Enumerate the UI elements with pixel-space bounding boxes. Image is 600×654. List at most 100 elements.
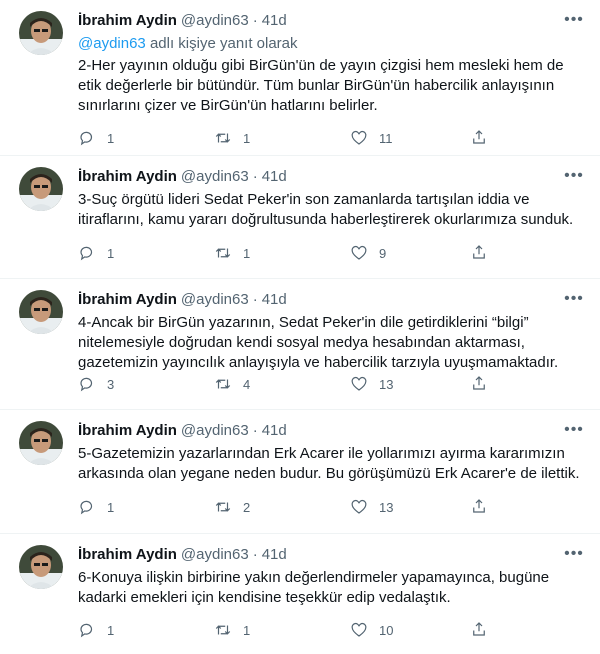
avatar[interactable] (19, 167, 63, 211)
author-name[interactable]: İbrahim Aydin (78, 422, 177, 439)
tweet[interactable]: İbrahim Aydin @aydin63 · 41d ••• 5-Gazet… (0, 410, 600, 534)
reply-count: 1 (107, 245, 115, 261)
more-icon[interactable]: ••• (564, 289, 584, 309)
tweet-time[interactable]: 41d (262, 168, 287, 185)
reply-button[interactable]: 3 (78, 375, 214, 393)
more-icon[interactable]: ••• (564, 544, 584, 564)
separator-dot: · (252, 11, 258, 29)
like-icon (351, 376, 367, 391)
avatar-image (19, 421, 63, 465)
avatar[interactable] (19, 545, 63, 589)
share-button[interactable] (470, 243, 488, 261)
author-handle[interactable]: @aydin63 (181, 422, 249, 439)
tweet-header: İbrahim Aydin @aydin63 · 41d (78, 420, 584, 440)
reply-count: 3 (107, 376, 115, 392)
retweet-count: 4 (243, 376, 251, 392)
more-icon[interactable]: ••• (564, 10, 584, 30)
author-handle[interactable]: @aydin63 (181, 12, 249, 29)
tweet[interactable]: İbrahim Aydin @aydin63 · 41d ••• @aydin6… (0, 0, 600, 156)
author-handle[interactable]: @aydin63 (181, 168, 249, 185)
tweet-text: 5-Gazetemizin yazarlarından Erk Acarer i… (78, 445, 580, 482)
retweet-icon (215, 625, 231, 635)
reply-context-label: adlı kişiye yanıt olarak (145, 35, 298, 52)
more-icon[interactable]: ••• (564, 420, 584, 440)
tweet-time[interactable]: 41d (262, 12, 287, 29)
tweet-actions: 1 2 13 (78, 497, 584, 517)
like-icon (351, 245, 367, 260)
tweet-actions: 1 1 10 (78, 620, 584, 640)
like-button[interactable]: 11 (350, 129, 486, 147)
reply-button[interactable]: 1 (78, 129, 214, 147)
share-button[interactable] (470, 128, 488, 146)
avatar[interactable] (19, 421, 63, 465)
reply-button[interactable]: 1 (78, 498, 214, 516)
tweet-header: İbrahim Aydin @aydin63 · 41d (78, 10, 584, 30)
retweet-button[interactable]: 4 (214, 375, 350, 393)
avatar[interactable] (19, 11, 63, 55)
reply-mention-link[interactable]: @aydin63 (78, 35, 146, 52)
like-count: 11 (379, 130, 393, 146)
separator-dot: · (252, 290, 258, 308)
retweet-count: 1 (243, 245, 251, 261)
share-button[interactable] (470, 374, 488, 392)
tweet[interactable]: İbrahim Aydin @aydin63 · 41d ••• 6-Konuy… (0, 534, 600, 654)
reply-count: 1 (107, 130, 115, 146)
reply-button[interactable]: 1 (78, 244, 214, 262)
tweet-actions: 1 1 9 (78, 243, 584, 263)
avatar-image (19, 545, 63, 589)
reply-icon (80, 377, 93, 392)
avatar-image (19, 290, 63, 334)
reply-icon (80, 500, 93, 515)
separator-dot: · (252, 421, 258, 439)
reply-button[interactable]: 1 (78, 621, 214, 639)
tweet-header: İbrahim Aydin @aydin63 · 41d (78, 166, 584, 186)
share-button[interactable] (470, 620, 488, 638)
retweet-button[interactable]: 1 (214, 621, 350, 639)
share-button[interactable] (470, 497, 488, 515)
like-button[interactable]: 13 (350, 375, 486, 393)
retweet-count: 1 (243, 622, 251, 638)
tweet-text: 6-Konuya ilişkin birbirine yakın değerle… (78, 569, 550, 606)
retweet-icon (215, 379, 231, 389)
tweet-text: 3-Suç örgütü lideri Sedat Peker'in son z… (78, 191, 574, 228)
author-handle[interactable]: @aydin63 (181, 546, 249, 563)
more-icon[interactable]: ••• (564, 166, 584, 186)
like-button[interactable]: 13 (350, 498, 486, 516)
share-icon (473, 130, 485, 144)
retweet-icon (215, 502, 231, 512)
reply-context: @aydin63 adlı kişiye yanıt olarak (78, 34, 584, 54)
tweet-header: İbrahim Aydin @aydin63 · 41d (78, 289, 584, 309)
reply-count: 1 (107, 499, 115, 515)
like-button[interactable]: 10 (350, 621, 486, 639)
retweet-button[interactable]: 1 (214, 129, 350, 147)
like-count: 13 (379, 499, 394, 515)
separator-dot: · (252, 545, 258, 563)
retweet-icon (215, 133, 231, 143)
retweet-button[interactable]: 1 (214, 244, 350, 262)
tweet-header: İbrahim Aydin @aydin63 · 41d (78, 544, 584, 564)
reply-icon (80, 246, 93, 261)
tweet[interactable]: İbrahim Aydin @aydin63 · 41d ••• 3-Suç ö… (0, 156, 600, 279)
author-name[interactable]: İbrahim Aydin (78, 168, 177, 185)
tweet-time[interactable]: 41d (262, 291, 287, 308)
share-icon (473, 622, 485, 636)
retweet-count: 2 (243, 499, 251, 515)
tweet-time[interactable]: 41d (262, 546, 287, 563)
author-handle[interactable]: @aydin63 (181, 291, 249, 308)
avatar[interactable] (19, 290, 63, 334)
tweet-time[interactable]: 41d (262, 422, 287, 439)
like-button[interactable]: 9 (350, 244, 486, 262)
retweet-button[interactable]: 2 (214, 498, 350, 516)
like-count: 9 (379, 245, 387, 261)
share-icon (473, 245, 485, 259)
share-icon (473, 376, 485, 390)
tweet[interactable]: İbrahim Aydin @aydin63 · 41d ••• 4-Ancak… (0, 279, 600, 410)
reply-icon (80, 623, 93, 638)
tweet-actions: 3 4 13 (78, 374, 584, 394)
like-icon (351, 499, 367, 514)
author-name[interactable]: İbrahim Aydin (78, 12, 177, 29)
reply-count: 1 (107, 622, 115, 638)
author-name[interactable]: İbrahim Aydin (78, 546, 177, 563)
author-name[interactable]: İbrahim Aydin (78, 291, 177, 308)
retweet-icon (215, 248, 231, 258)
